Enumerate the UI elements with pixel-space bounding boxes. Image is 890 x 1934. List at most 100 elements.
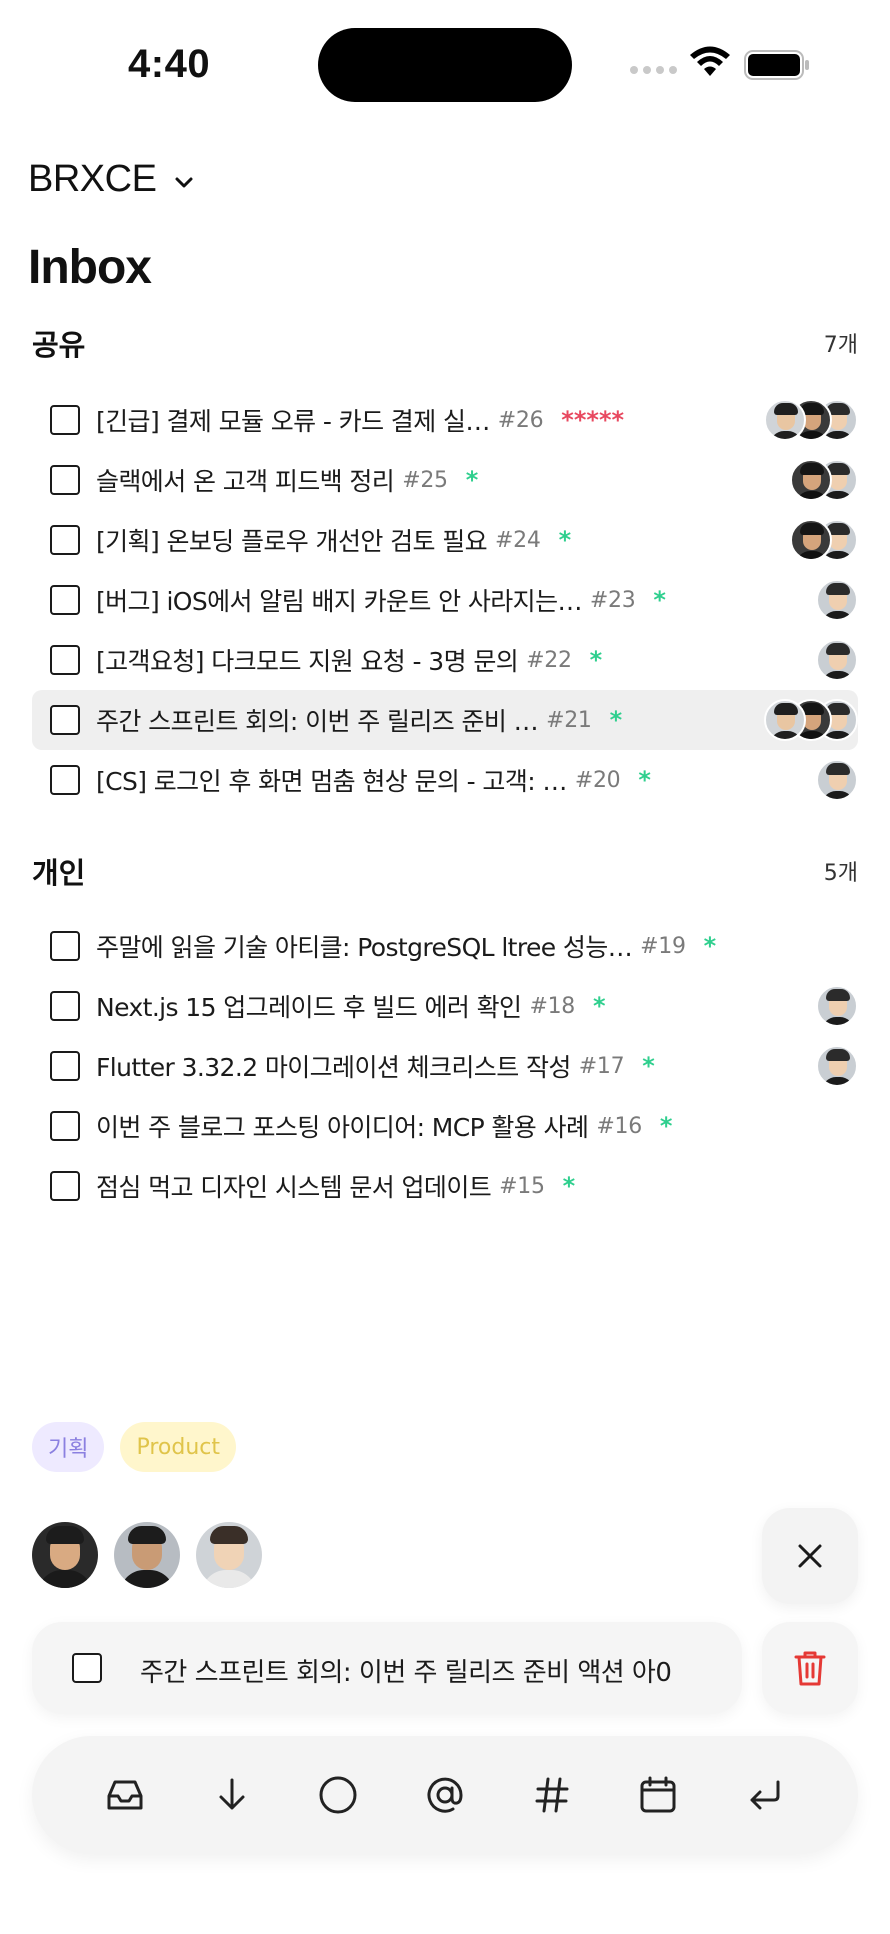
- task-checkbox[interactable]: [50, 525, 80, 555]
- avatar: [790, 519, 832, 561]
- task-checkbox[interactable]: [50, 991, 80, 1021]
- avatar[interactable]: [114, 1522, 180, 1588]
- priority-indicator: *: [642, 1052, 655, 1080]
- task-row[interactable]: 주간 스프린트 회의: 이번 주 릴리즈 준비 … #21 *: [32, 690, 858, 750]
- task-number: #18: [529, 993, 575, 1019]
- priority-indicator: *****: [561, 406, 625, 434]
- priority-indicator: *: [703, 932, 717, 960]
- task-text: [버그] iOS에서 알림 배지 카운트 안 사라지는… #23 *: [96, 582, 666, 618]
- avatar: [816, 759, 858, 801]
- tag-chip[interactable]: 기획: [32, 1422, 105, 1472]
- battery-icon: [744, 50, 809, 80]
- assignee-avatars: [790, 519, 858, 561]
- close-icon: [798, 1544, 822, 1568]
- trash-icon: [794, 1651, 826, 1686]
- avatar[interactable]: [32, 1522, 98, 1588]
- priority-indicator: *: [465, 466, 479, 494]
- chevron-down-icon: [175, 177, 193, 187]
- move-down-button[interactable]: [202, 1765, 262, 1825]
- task-checkbox[interactable]: [50, 465, 80, 495]
- tag-list: 기획 Product: [32, 1422, 237, 1472]
- page-title: Inbox: [28, 241, 152, 294]
- editor-toolbar: [32, 1736, 858, 1854]
- avatar: [816, 1045, 858, 1087]
- task-row[interactable]: 슬랙에서 온 고객 피드백 정리 #25 *: [32, 450, 858, 510]
- avatar: [764, 699, 806, 741]
- section-count: 7개: [823, 333, 858, 358]
- task-checkbox[interactable]: [50, 1171, 80, 1201]
- task-row[interactable]: [긴급] 결제 모듈 오류 - 카드 결제 실… #26 *****: [32, 390, 858, 450]
- task-title: [버그] iOS에서 알림 배지 카운트 안 사라지는…: [96, 587, 582, 616]
- avatar: [816, 985, 858, 1027]
- task-row[interactable]: 이번 주 블로그 포스팅 아이디어: MCP 활용 사례 #16 *: [32, 1096, 858, 1156]
- avatar[interactable]: [196, 1522, 262, 1588]
- task-row[interactable]: 점심 먹고 디자인 시스템 문서 업데이트 #15 *: [32, 1156, 858, 1216]
- task-number: #25: [402, 467, 448, 493]
- avatar: [790, 459, 832, 501]
- task-list-personal: 주말에 읽을 기술 아티클: PostgreSQL ltree 성능… #19 * N…: [32, 916, 858, 1216]
- submit-button[interactable]: [735, 1765, 795, 1825]
- task-title: 주말에 읽을 기술 아티클: PostgreSQL ltree 성능…: [96, 933, 633, 962]
- avatar: [816, 579, 858, 621]
- task-row[interactable]: Next.js 15 업그레이드 후 빌드 에러 확인 #18 *: [32, 976, 858, 1036]
- task-text: Next.js 15 업그레이드 후 빌드 에러 확인 #18 *: [96, 988, 606, 1024]
- task-number: #24: [495, 527, 541, 553]
- task-row[interactable]: [CS] 로그인 후 화면 멈춤 현상 문의 - 고객: … #20 *: [32, 750, 858, 810]
- task-title: [긴급] 결제 모듈 오류 - 카드 결제 실…: [96, 407, 490, 436]
- draft-checkbox[interactable]: [72, 1653, 102, 1683]
- close-button[interactable]: [762, 1508, 858, 1604]
- task-row[interactable]: [고객요청] 다크모드 지원 요청 - 3명 문의 #22 *: [32, 630, 858, 690]
- task-checkbox[interactable]: [50, 585, 80, 615]
- move-to-inbox-button[interactable]: [95, 1765, 155, 1825]
- task-checkbox[interactable]: [50, 765, 80, 795]
- section-header-personal: 개인 5개: [32, 850, 858, 892]
- task-title: 점심 먹고 디자인 시스템 문서 업데이트: [96, 1173, 492, 1202]
- priority-indicator: *: [638, 766, 651, 794]
- task-checkbox[interactable]: [50, 1111, 80, 1141]
- task-row[interactable]: [기획] 온보딩 플로우 개선안 검토 필요 #24 *: [32, 510, 858, 570]
- workspace-name: BRXCE: [28, 158, 157, 200]
- status-bar: 4:40: [0, 0, 890, 130]
- task-row[interactable]: Flutter 3.32.2 마이그레이션 체크리스트 작성 #17 *: [32, 1036, 858, 1096]
- section-count: 5개: [823, 861, 858, 886]
- task-title: 슬랙에서 온 고객 피드백 정리: [96, 467, 395, 496]
- task-checkbox[interactable]: [50, 645, 80, 675]
- task-text: 이번 주 블로그 포스팅 아이디어: MCP 활용 사례 #16 *: [96, 1108, 672, 1144]
- status-time: 4:40: [128, 42, 211, 86]
- task-checkbox[interactable]: [50, 705, 80, 735]
- status-button[interactable]: [308, 1765, 368, 1825]
- tag-chip[interactable]: Product: [120, 1422, 237, 1472]
- task-checkbox[interactable]: [50, 405, 80, 435]
- at-icon: [427, 1777, 463, 1813]
- assignee-avatars: [790, 459, 858, 501]
- task-title: 이번 주 블로그 포스팅 아이디어: MCP 활용 사례: [96, 1113, 589, 1142]
- priority-indicator: *: [609, 706, 623, 734]
- task-title: 주간 스프린트 회의: 이번 주 릴리즈 준비 …: [96, 707, 539, 736]
- assignee-list: [32, 1522, 262, 1588]
- task-title: [고객요청] 다크모드 지원 요청 - 3명 문의: [96, 647, 519, 676]
- tag-button[interactable]: [522, 1765, 582, 1825]
- task-draft-input[interactable]: 주간 스프린트 회의: 이번 주 릴리즈 준비 액션 아0: [32, 1622, 742, 1714]
- task-text: [CS] 로그인 후 화면 멈춤 현상 문의 - 고객: … #20 *: [96, 762, 651, 798]
- circle-icon: [319, 1776, 357, 1814]
- avatar: [764, 399, 806, 441]
- section-title: 공유: [32, 328, 86, 362]
- mention-button[interactable]: [415, 1765, 475, 1825]
- task-text: Flutter 3.32.2 마이그레이션 체크리스트 작성 #17 *: [96, 1048, 655, 1084]
- task-row[interactable]: [버그] iOS에서 알림 배지 카운트 안 사라지는… #23 *: [32, 570, 858, 630]
- calendar-icon: [640, 1776, 676, 1813]
- task-checkbox[interactable]: [50, 931, 80, 961]
- assignee-avatars: [764, 699, 858, 741]
- delete-button[interactable]: [762, 1622, 858, 1714]
- priority-indicator: *: [589, 646, 603, 674]
- due-date-button[interactable]: [628, 1765, 688, 1825]
- task-row[interactable]: 주말에 읽을 기술 아티클: PostgreSQL ltree 성능… #19 *: [32, 916, 858, 976]
- assignee-avatars: [816, 579, 858, 621]
- draft-text[interactable]: 주간 스프린트 회의: 이번 주 릴리즈 준비 액션 아0: [140, 1652, 732, 1689]
- workspace-switcher[interactable]: BRXCE: [28, 158, 196, 201]
- task-number: #22: [526, 647, 572, 673]
- priority-indicator: *: [592, 992, 606, 1020]
- task-number: #16: [596, 1113, 642, 1139]
- hash-icon: [535, 1777, 569, 1813]
- task-checkbox[interactable]: [50, 1051, 80, 1081]
